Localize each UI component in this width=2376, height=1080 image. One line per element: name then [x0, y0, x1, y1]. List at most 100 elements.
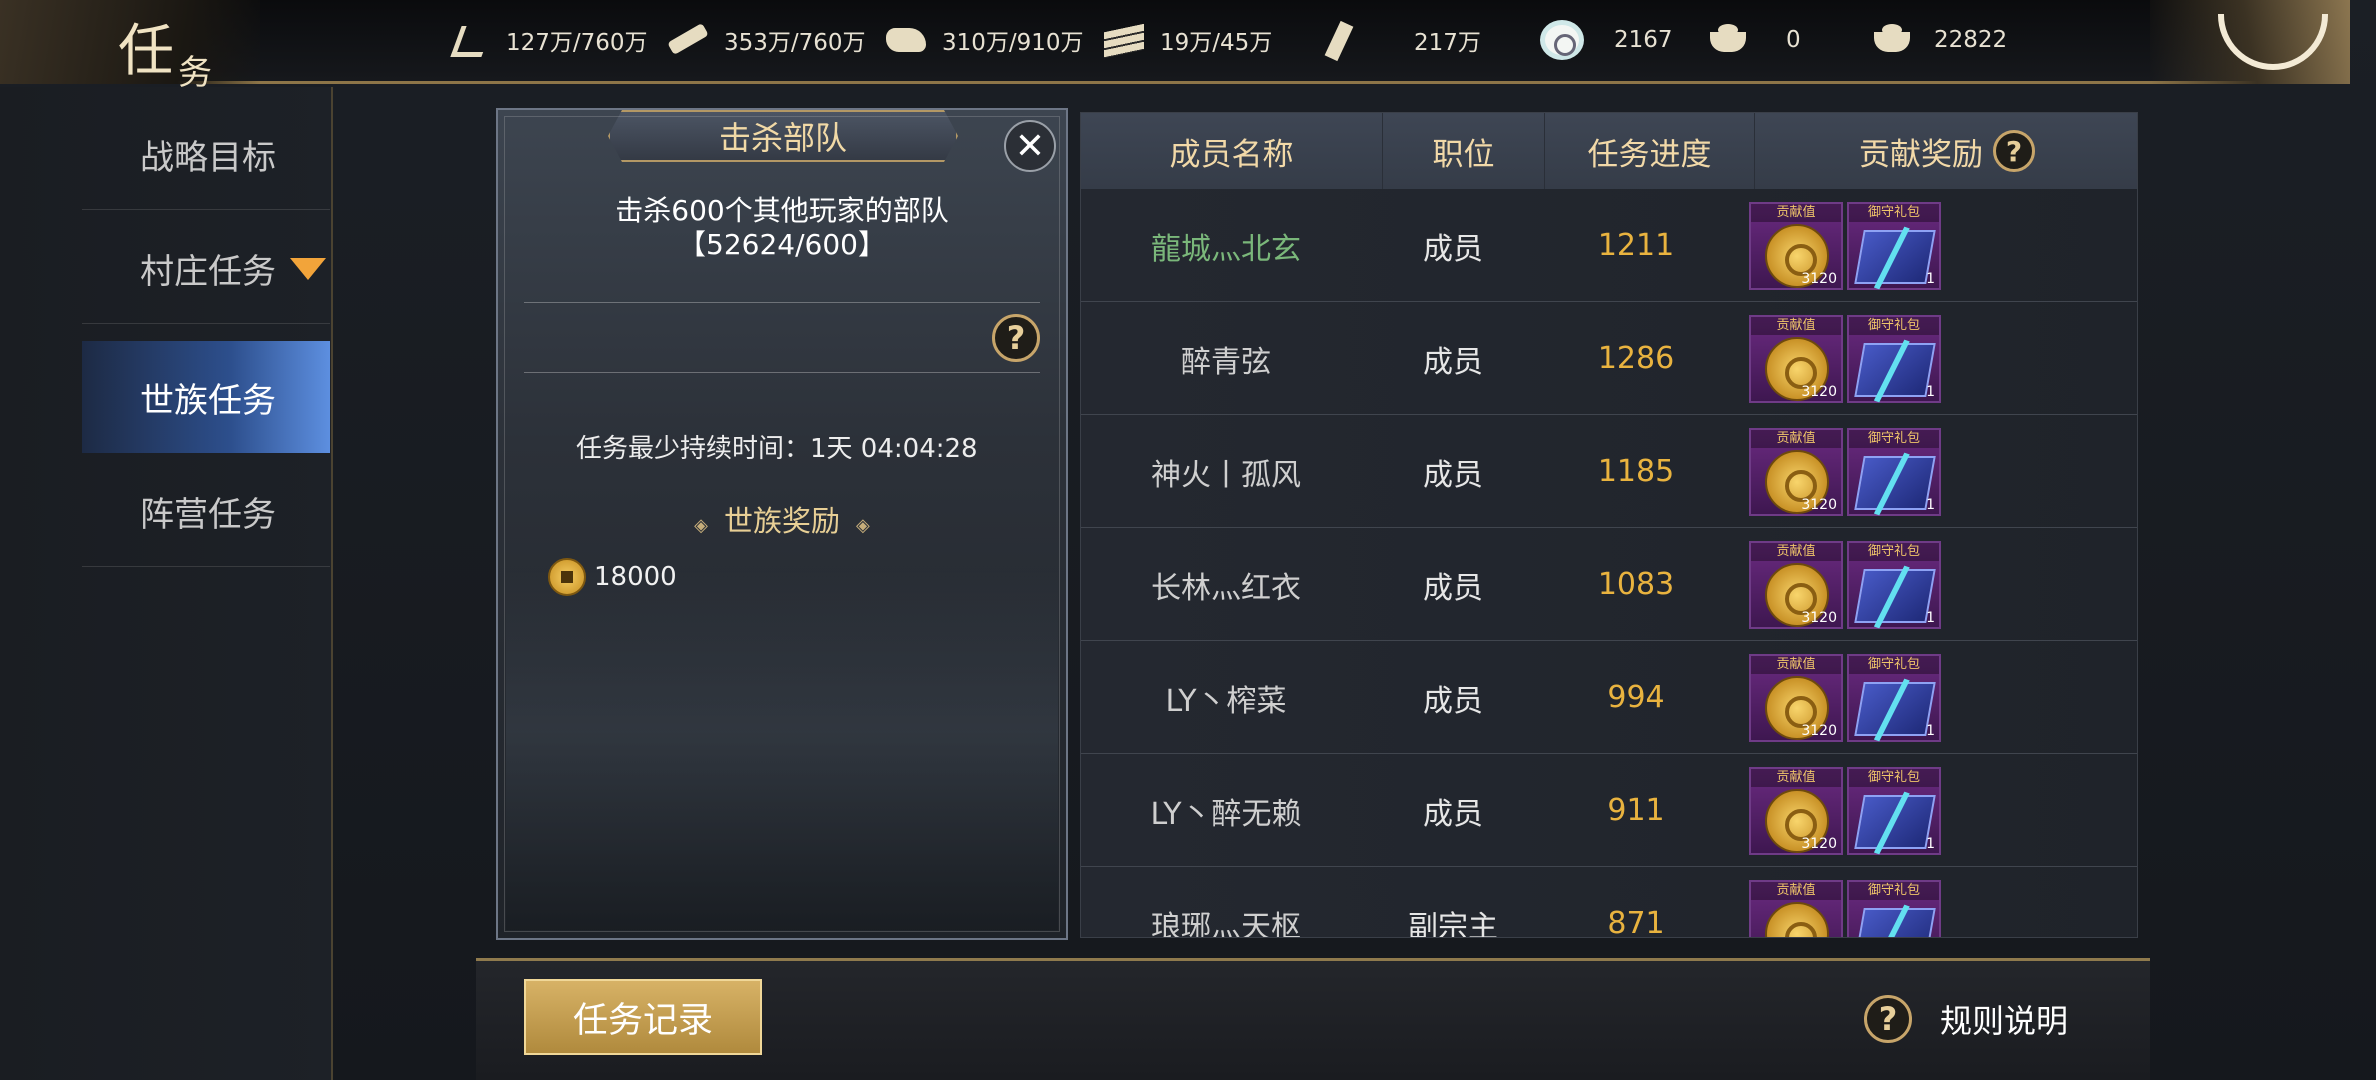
rules-link[interactable]: ? 规则说明: [1864, 995, 2068, 1043]
rules-help-icon: ?: [1864, 995, 1912, 1043]
gift-pack-reward-item[interactable]: 御守礼包 1: [1847, 427, 1941, 516]
item-label: 御守礼包: [1849, 203, 1939, 222]
clan-reward-value: 18000: [594, 562, 677, 592]
item-label: 御守礼包: [1849, 316, 1939, 335]
sidebar-item-label: 世族任务: [140, 380, 276, 421]
gift-pack-reward-item[interactable]: 御守礼包 1: [1847, 314, 1941, 403]
contribution-reward-item[interactable]: 贡献值 3120: [1749, 314, 1843, 403]
resource-iron: 19万/45万: [1102, 20, 1272, 60]
member-role: 成员: [1423, 344, 1483, 380]
item-label: 贡献值: [1751, 203, 1841, 222]
gift-box-icon: [1854, 229, 1936, 284]
contribution-reward-item[interactable]: 贡献值 3120: [1749, 201, 1843, 290]
member-name: 琅琊灬天枢: [1151, 909, 1301, 938]
gift-pack-reward-item[interactable]: 御守礼包 1: [1847, 653, 1941, 742]
item-label: 御守礼包: [1849, 881, 1939, 900]
divider: [524, 302, 1040, 303]
sidebar-item-label: 战略目标: [140, 138, 276, 178]
wood-icon: [666, 20, 710, 60]
resource-food: 127万/760万: [448, 20, 648, 60]
member-role: 成员: [1423, 231, 1483, 267]
gift-box-icon: [1854, 342, 1936, 397]
gold-ingot-icon: [1706, 20, 1750, 60]
sidebar-item-faction[interactable]: 阵营任务: [82, 457, 330, 567]
table-row[interactable]: LY丶醉无赖 成员 911 贡献值 3120 御守礼包 1: [1081, 754, 2137, 867]
resource-food-value: 127万/760万: [506, 30, 648, 56]
member-role: 成员: [1423, 683, 1483, 719]
item-label: 贡献值: [1751, 542, 1841, 561]
clan-reward-label: 世族奖励: [723, 504, 840, 538]
contribution-reward-item[interactable]: 贡献值: [1749, 879, 1843, 937]
silver-ingot-icon: [1870, 20, 1914, 60]
table-row[interactable]: 琅琊灬天枢 副宗主 871 贡献值 御守礼包: [1081, 867, 2137, 938]
item-count: 1: [1926, 496, 1935, 513]
member-rewards: 贡献值 3120 御守礼包 1: [1749, 528, 2137, 641]
ornament-icon: ◈: [856, 515, 870, 536]
member-progress: 1211: [1597, 228, 1675, 263]
item-count: 1: [1926, 722, 1935, 739]
member-progress: 1286: [1597, 341, 1675, 376]
item-label: 贡献值: [1751, 768, 1841, 787]
gift-pack-reward-item[interactable]: 御守礼包 1: [1847, 766, 1941, 855]
item-count: 3120: [1801, 270, 1837, 287]
member-rewards: 贡献值 3120 御守礼包 1: [1749, 189, 2137, 302]
expand-triangle-icon: [290, 257, 326, 280]
stone-icon: [884, 20, 928, 60]
column-header-reward-label: 贡献奖励: [1859, 136, 1983, 173]
gold-coin-icon: [1765, 901, 1829, 937]
close-button[interactable]: ✕: [1004, 120, 1056, 172]
table-row[interactable]: 神火丨孤风 成员 1185 贡献值 3120 御守礼包 1: [1081, 415, 2137, 528]
page-title-main: 任: [118, 19, 178, 84]
table-row[interactable]: 长林灬红衣 成员 1083 贡献值 3120 御守礼包 1: [1081, 528, 2137, 641]
resource-silver: 22822: [1870, 20, 2007, 60]
contribution-reward-item[interactable]: 贡献值 3120: [1749, 427, 1843, 516]
member-rewards: 贡献值 3120 御守礼包 1: [1749, 302, 2137, 415]
member-role: 成员: [1423, 457, 1483, 493]
table-row[interactable]: 醉青弦 成员 1286 贡献值 3120 御守礼包 1: [1081, 302, 2137, 415]
item-label: 御守礼包: [1849, 542, 1939, 561]
task-description: 击杀600个其他玩家的部队 【52624/600】: [498, 194, 1066, 262]
gift-pack-reward-item[interactable]: 御守礼包 1: [1847, 540, 1941, 629]
member-name: 长林灬红衣: [1151, 570, 1301, 606]
member-progress: 871: [1607, 906, 1665, 938]
gift-box-icon: [1854, 681, 1936, 736]
order-icon: [1320, 20, 1364, 60]
gift-pack-reward-item[interactable]: 御守礼包: [1847, 879, 1941, 937]
resource-order: 217万: [1320, 20, 1481, 60]
task-title: 击杀部队: [608, 110, 958, 162]
gift-pack-reward-item[interactable]: 御守礼包 1: [1847, 201, 1941, 290]
sidebar-item-strategy[interactable]: 战略目标: [82, 100, 330, 210]
item-label: 御守礼包: [1849, 768, 1939, 787]
duration-help-button[interactable]: ?: [992, 314, 1040, 362]
reward-help-button[interactable]: ?: [1993, 130, 2035, 172]
member-progress: 1083: [1597, 567, 1675, 602]
item-label: 贡献值: [1751, 881, 1841, 900]
resource-wood-value: 353万/760万: [724, 30, 866, 56]
task-record-button[interactable]: 任务记录: [524, 979, 762, 1055]
table-row[interactable]: 龍城灬北玄 成员 1211 贡献值 3120 御守礼包 1: [1081, 189, 2137, 302]
task-card: 击杀部队 ✕ 击杀600个其他玩家的部队 【52624/600】 任务最少持续时…: [496, 108, 1068, 940]
item-count: 3120: [1801, 383, 1837, 400]
sidebar-item-village[interactable]: 村庄任务: [82, 214, 330, 324]
member-role: 成员: [1423, 570, 1483, 606]
contribution-reward-item[interactable]: 贡献值 3120: [1749, 766, 1843, 855]
copper-coin-icon: [548, 558, 586, 596]
item-label: 贡献值: [1751, 429, 1841, 448]
back-arrow-icon: [2218, 14, 2328, 70]
back-button[interactable]: [2150, 0, 2350, 84]
resource-silver-value: 22822: [1934, 27, 2008, 53]
contribution-reward-item[interactable]: 贡献值 3120: [1749, 653, 1843, 742]
table-row[interactable]: LY丶榨菜 成员 994 贡献值 3120 御守礼包 1: [1081, 641, 2137, 754]
column-header-role: 职位: [1383, 113, 1545, 189]
clan-reward-item: 18000: [548, 558, 677, 596]
resource-stone: 310万/910万: [884, 20, 1084, 60]
resource-copper: 2167: [1540, 20, 1673, 60]
task-progress-text: 【52624/600】: [678, 228, 886, 261]
table-header: 成员名称 职位 任务进度 贡献奖励 ?: [1081, 113, 2137, 189]
item-label: 贡献值: [1751, 655, 1841, 674]
sidebar-item-clan[interactable]: 世族任务: [82, 341, 330, 453]
contribution-reward-item[interactable]: 贡献值 3120: [1749, 540, 1843, 629]
resource-wood: 353万/760万: [666, 20, 866, 60]
member-table: 成员名称 职位 任务进度 贡献奖励 ? 龍城灬北玄 成员 1211 贡献值 31…: [1080, 112, 2138, 938]
member-name: 龍城灬北玄: [1151, 231, 1301, 267]
